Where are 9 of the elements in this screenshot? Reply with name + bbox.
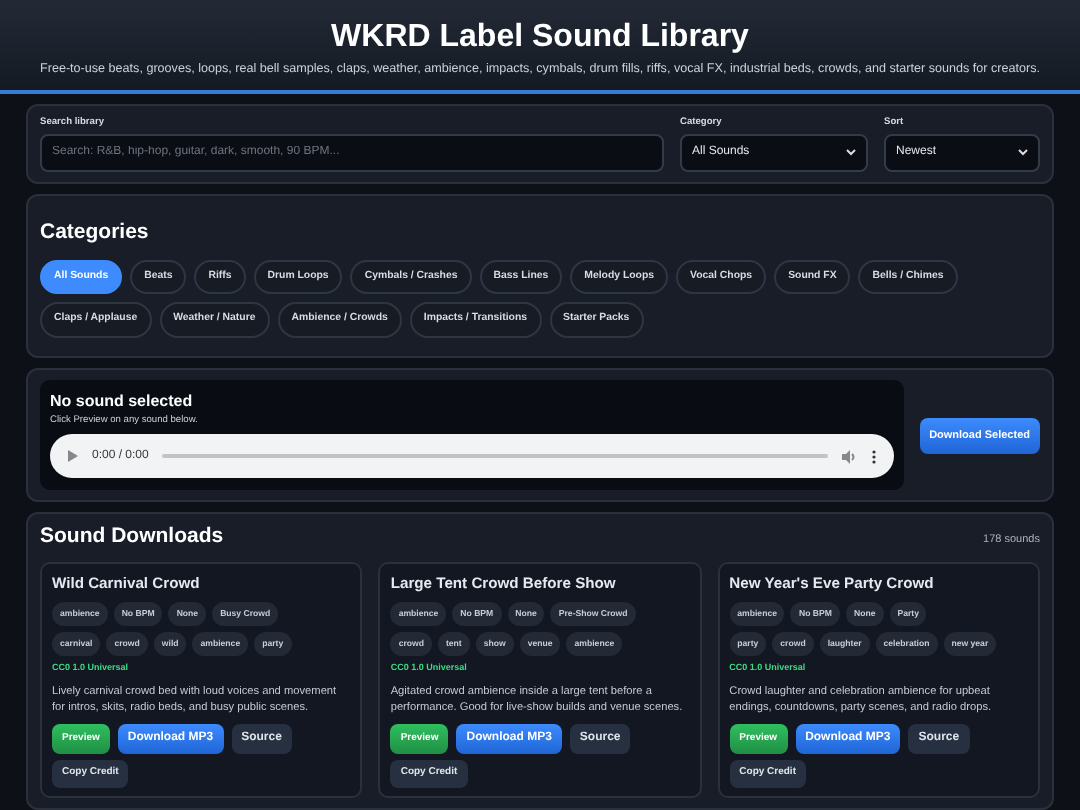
page-title: WKRD Label Sound Library: [329, 18, 751, 57]
play-icon[interactable]: [68, 450, 78, 463]
chevron-icon: [846, 148, 856, 157]
more-icon[interactable]: [871, 449, 876, 464]
volume-icon[interactable]: [841, 449, 858, 464]
section-title: Categories: [40, 217, 151, 248]
section-title: Sound Downloads: [40, 522, 224, 553]
chevron-icon: [1018, 148, 1028, 157]
selected-sound-title: No sound selected: [50, 390, 195, 415]
